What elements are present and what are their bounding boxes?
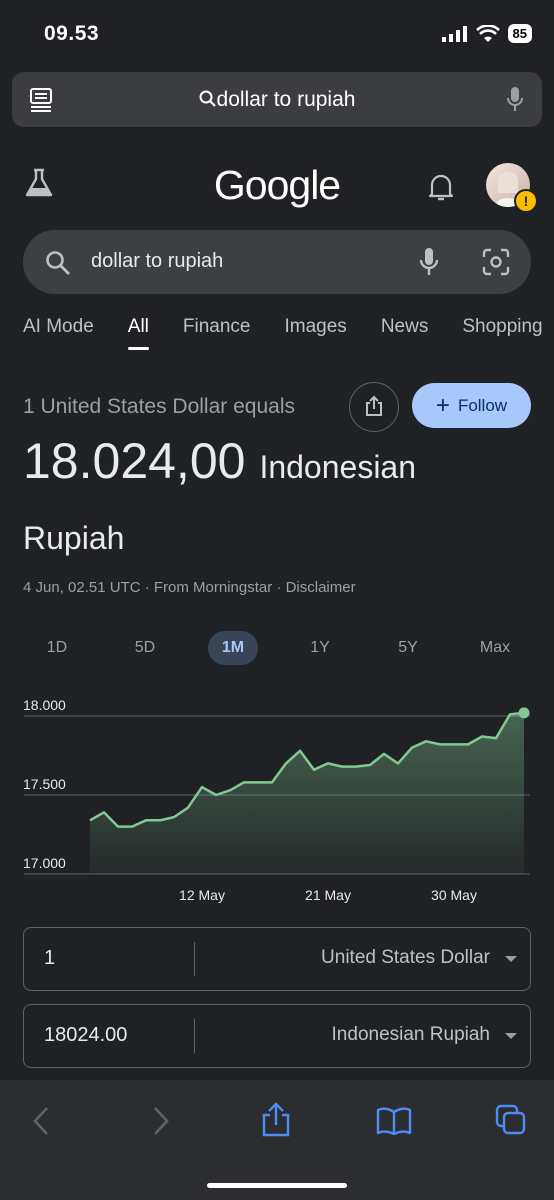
to-currency-select[interactable]: Indonesian Rupiah <box>332 1024 490 1046</box>
to-currency-row: 18024.00 Indonesian Rupiah <box>23 1004 531 1068</box>
browser-address-bar[interactable]: dollar to rupiah <box>12 72 542 127</box>
battery-icon: 85 <box>507 24 532 43</box>
exchange-rate-value: 18.024,00 Indonesian <box>23 432 416 490</box>
notifications-bell-icon[interactable] <box>428 172 454 202</box>
rate-unit-line2: Rupiah <box>23 520 125 556</box>
wifi-icon <box>475 24 500 42</box>
book-icon[interactable] <box>376 1106 412 1136</box>
rate-number: 18.024,00 <box>23 433 246 489</box>
x-tick-label: 30 May <box>431 887 477 903</box>
google-logo: Google <box>213 162 341 208</box>
microphone-icon[interactable] <box>506 86 524 114</box>
status-time: 09.53 <box>44 22 100 45</box>
rate-unit-line1: Indonesian <box>259 449 417 485</box>
conversion-equals-label: 1 United States Dollar equals <box>23 395 295 418</box>
tab-finance[interactable]: Finance <box>183 316 251 338</box>
range-max[interactable]: Max <box>470 631 520 665</box>
x-tick-label: 21 May <box>305 887 351 903</box>
share-button[interactable] <box>349 382 399 432</box>
follow-button[interactable]: + Follow <box>412 383 531 428</box>
chevron-left-icon[interactable] <box>32 1106 50 1136</box>
y-tick-label: 17.000 <box>23 855 66 871</box>
lens-camera-icon[interactable] <box>482 248 510 276</box>
browser-toolbar <box>0 1080 554 1200</box>
from-currency-row: 1 United States Dollar <box>23 927 531 991</box>
chart-current-point <box>518 707 530 719</box>
exchange-rate-chart[interactable]: 18.000 17.500 17.000 12 May 21 May 30 May <box>0 690 554 910</box>
y-tick-label: 18.000 <box>23 697 66 713</box>
voice-search-icon[interactable] <box>419 247 439 277</box>
rate-source-meta[interactable]: 4 Jun, 02.51 UTC · From Morningstar · Di… <box>23 579 356 596</box>
tab-all[interactable]: All <box>127 316 150 350</box>
address-text[interactable]: dollar to rupiah <box>12 88 542 112</box>
follow-label: Follow <box>457 395 508 415</box>
plus-icon: + <box>435 391 450 419</box>
from-amount-input[interactable]: 1 <box>44 947 55 970</box>
tab-shopping[interactable]: Shopping <box>462 316 542 338</box>
range-5d[interactable]: 5D <box>120 631 170 665</box>
x-tick-label: 12 May <box>179 887 225 903</box>
tab-news[interactable]: News <box>381 316 429 338</box>
range-1m[interactable]: 1M <box>208 631 258 665</box>
tab-ai-mode[interactable]: AI Mode <box>23 316 94 338</box>
from-currency-select[interactable]: United States Dollar <box>321 947 490 969</box>
divider <box>194 942 195 976</box>
tabs-icon[interactable] <box>495 1104 527 1136</box>
account-warning-badge: ! <box>514 189 538 213</box>
chevron-right-icon[interactable] <box>152 1106 170 1136</box>
dropdown-caret-icon[interactable] <box>505 956 517 962</box>
search-tabs: AI Mode All Finance Images News Shopping <box>23 316 554 350</box>
signal-icon <box>441 25 467 42</box>
y-tick-label: 17.500 <box>23 776 66 792</box>
home-indicator <box>207 1183 347 1188</box>
range-5y[interactable]: 5Y <box>383 631 433 665</box>
search-query[interactable]: dollar to rupiah <box>91 250 223 273</box>
to-amount-input[interactable]: 18024.00 <box>44 1024 127 1047</box>
tab-images[interactable]: Images <box>285 316 347 338</box>
status-icons: 85 <box>441 24 532 43</box>
search-icon <box>199 90 216 107</box>
search-icon <box>46 251 70 275</box>
time-range-selector: 1D 5D 1M 1Y 5Y Max <box>23 631 531 665</box>
divider <box>194 1019 195 1053</box>
share-icon[interactable] <box>261 1102 291 1138</box>
range-1y[interactable]: 1Y <box>295 631 345 665</box>
chart-area <box>90 712 524 874</box>
range-1d[interactable]: 1D <box>32 631 82 665</box>
search-input[interactable]: dollar to rupiah <box>23 230 531 294</box>
address-query: dollar to rupiah <box>216 88 356 111</box>
share-icon <box>366 395 382 416</box>
dropdown-caret-icon[interactable] <box>505 1033 517 1039</box>
